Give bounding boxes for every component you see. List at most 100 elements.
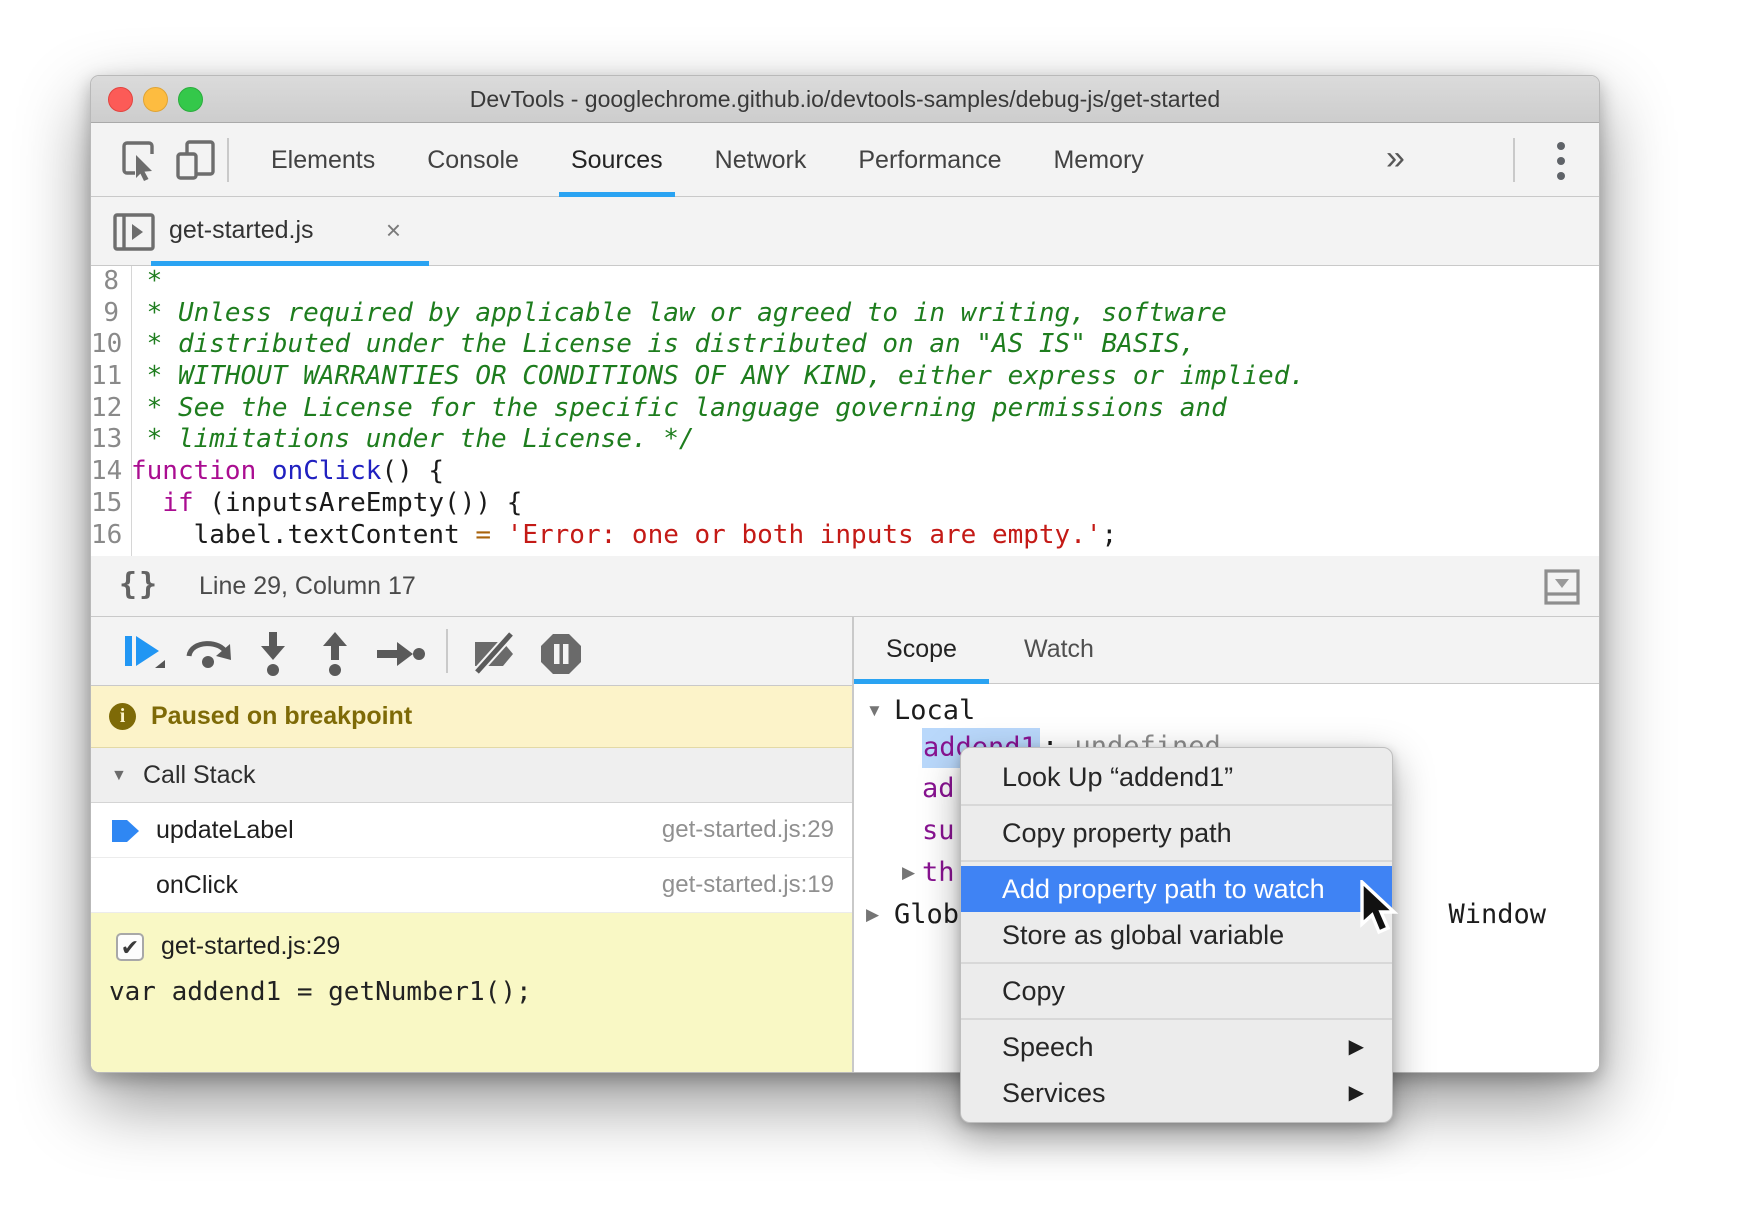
call-stack-frame[interactable]: updateLabel get-started.js:29: [91, 803, 852, 858]
menu-separator: [961, 860, 1392, 862]
code-line: 12 * See the License for the specific la…: [91, 393, 1599, 425]
source-code-editor[interactable]: 8 *9 * Unless required by applicable law…: [91, 266, 1599, 556]
debugger-left-pane: i Paused on breakpoint ▼ Call Stack upda…: [91, 617, 852, 1073]
step-over-button[interactable]: [183, 630, 235, 683]
toolbar-divider-right: [1513, 138, 1515, 182]
expander-triangle-icon[interactable]: ▶: [902, 854, 915, 892]
file-tab-get-started[interactable]: get-started.js ×: [151, 197, 429, 266]
submenu-arrow-icon: ▶: [1349, 1024, 1364, 1070]
tab-watch[interactable]: Watch: [1004, 617, 1114, 684]
toolbar-divider: [227, 138, 229, 182]
call-stack-title: Call Stack: [143, 748, 256, 803]
line-number: 15: [91, 488, 125, 520]
frame-name: onClick: [156, 858, 238, 913]
breakpoint-location: get-started.js:29: [161, 921, 340, 971]
pretty-print-icon[interactable]: {}: [119, 556, 159, 617]
frame-location[interactable]: get-started.js:19: [662, 858, 834, 913]
resume-script-button[interactable]: [121, 630, 169, 683]
menu-separator: [961, 1018, 1392, 1020]
inspect-element-icon[interactable]: [116, 138, 160, 182]
frame-location[interactable]: get-started.js:29: [662, 803, 834, 858]
mouse-cursor-icon: [1358, 880, 1410, 947]
tab-scope[interactable]: Scope: [854, 617, 989, 684]
debug-toolbar: [91, 617, 852, 686]
code-line: 15 if (inputsAreEmpty()) {: [91, 488, 1599, 520]
step-out-button[interactable]: [313, 630, 357, 683]
tab-sources[interactable]: Sources: [571, 123, 663, 197]
code-lines: 8 *9 * Unless required by applicable law…: [91, 266, 1599, 551]
debug-toolbar-divider: [446, 629, 448, 673]
tab-memory[interactable]: Memory: [1053, 123, 1143, 197]
menu-item-speech[interactable]: Speech▶: [961, 1024, 1392, 1070]
close-file-tab-icon[interactable]: ×: [386, 197, 401, 266]
menu-item-copy[interactable]: Copy: [961, 968, 1392, 1014]
menu-item-services[interactable]: Services▶: [961, 1070, 1392, 1116]
menu-item-look-up-addend1[interactable]: Look Up “addend1”: [961, 754, 1392, 800]
collapse-triangle-icon: ▼: [111, 748, 127, 803]
breakpoint-code: var addend1 = getNumber1();: [109, 969, 532, 1015]
tab-performance[interactable]: Performance: [858, 123, 1001, 197]
code-line: 8 *: [91, 266, 1599, 298]
step-button[interactable]: [375, 630, 427, 683]
context-menu: Look Up “addend1” Copy property path Add p…: [960, 747, 1393, 1123]
tab-console[interactable]: Console: [427, 123, 519, 197]
title-bar: DevTools - googlechrome.github.io/devtoo…: [91, 76, 1599, 123]
code-line: 16 label.textContent = 'Error: one or bo…: [91, 520, 1599, 552]
file-tab-name: get-started.js: [169, 197, 314, 266]
pause-on-exceptions-button[interactable]: [537, 630, 585, 683]
breakpoint-checkbox[interactable]: ✔: [116, 933, 144, 961]
scope-row-local[interactable]: ▼ Local: [854, 692, 1600, 730]
code-line: 10 * distributed under the License is di…: [91, 329, 1599, 361]
frame-name: updateLabel: [156, 803, 294, 858]
expander-triangle-icon[interactable]: ▶: [866, 896, 879, 934]
code-text: * limitations under the License. */: [125, 424, 695, 456]
more-tabs-chevron-icon[interactable]: »: [1386, 123, 1405, 197]
menu-item-copy-property-path[interactable]: Copy property path: [961, 810, 1392, 856]
menu-item-store-as-global-variable[interactable]: Store as global variable: [961, 912, 1392, 958]
main-toolbar: Elements Console Sources Network Performance…: [91, 123, 1599, 197]
cursor-position-label: Line 29, Column 17: [199, 556, 416, 617]
window-title: DevTools - googlechrome.github.io/devtoo…: [91, 76, 1599, 123]
paused-message: Paused on breakpoint: [151, 686, 412, 748]
scope-var-value: Window: [1448, 896, 1546, 934]
scope-var-name: Glob: [894, 896, 959, 934]
expander-triangle-icon[interactable]: ▼: [866, 692, 883, 730]
scope-var-name: ad: [922, 770, 955, 808]
tab-network[interactable]: Network: [715, 123, 807, 197]
call-stack-frame[interactable]: onClick get-started.js:19: [91, 858, 852, 913]
code-text: * Unless required by applicable law or a…: [125, 298, 1227, 330]
show-navigator-icon[interactable]: [111, 210, 155, 254]
code-line: 14function onClick() {: [91, 456, 1599, 488]
panel-tabs: Elements Console Sources Network Performance…: [271, 123, 1144, 197]
scope-var-name: su: [922, 812, 955, 850]
code-text: label.textContent = 'Error: one or both …: [125, 520, 1117, 552]
code-text: * distributed under the License is distr…: [125, 329, 1195, 361]
line-number: 8: [91, 266, 125, 298]
tab-elements[interactable]: Elements: [271, 123, 375, 197]
menu-separator: [961, 804, 1392, 806]
line-number: 13: [91, 424, 125, 456]
code-text: function onClick() {: [125, 456, 444, 488]
deactivate-breakpoints-button[interactable]: [469, 630, 521, 683]
code-line: 13 * limitations under the License. */: [91, 424, 1599, 456]
code-text: if (inputsAreEmpty()) {: [125, 488, 522, 520]
step-into-button[interactable]: [251, 630, 295, 683]
editor-status-bar: {} Line 29, Column 17: [91, 556, 1599, 617]
file-tab-bar: get-started.js ×: [91, 197, 1599, 266]
customize-devtools-icon[interactable]: [1557, 142, 1565, 180]
kebab-dot: [1557, 142, 1565, 150]
breakpoint-entry[interactable]: ✔ get-started.js:29var addend1 = getNumbe…: [91, 913, 852, 1073]
toggle-drawer-icon[interactable]: [1543, 568, 1581, 606]
code-text: * WITHOUT WARRANTIES OR CONDITIONS OF AN…: [125, 361, 1305, 393]
paused-message-bar: i Paused on breakpoint: [91, 686, 852, 748]
menu-item-add-property-path-to-watch[interactable]: Add property path to watch: [961, 866, 1392, 912]
scope-var-name: Local: [894, 692, 975, 730]
menu-separator: [961, 962, 1392, 964]
device-toolbar-icon[interactable]: [173, 138, 217, 182]
scope-var-name: th: [922, 854, 955, 892]
kebab-dot: [1557, 157, 1565, 165]
gutter-border: [131, 266, 132, 556]
scope-tab-bar: Scope Watch: [854, 617, 1600, 684]
line-number: 12: [91, 393, 125, 425]
call-stack-header[interactable]: ▼ Call Stack: [91, 748, 852, 803]
